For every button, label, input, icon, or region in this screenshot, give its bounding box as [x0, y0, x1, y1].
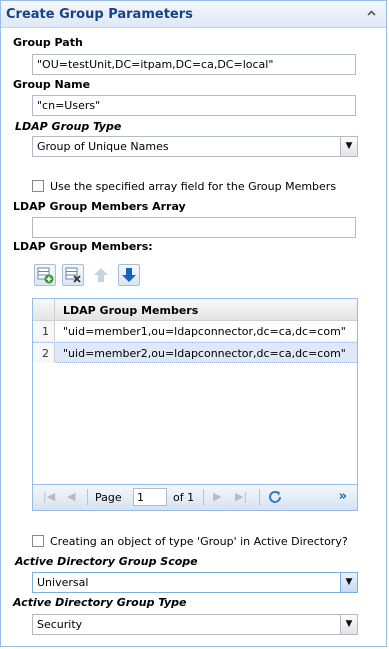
table-row[interactable]: 1 "uid=member1,ou=ldapconnector,dc=ca,dc…: [33, 321, 357, 342]
page-label: Page: [95, 491, 122, 504]
ad-object-label: Creating an object of type 'Group' in Ac…: [50, 535, 348, 548]
row-number: 2: [33, 343, 55, 363]
add-row-button[interactable]: [34, 264, 56, 286]
ad-object-checkbox[interactable]: [32, 535, 44, 547]
last-page-icon[interactable]: ▶|: [235, 490, 247, 503]
page-number-input[interactable]: 1: [133, 488, 167, 506]
use-array-field-row: Use the specified array field for the Gr…: [32, 180, 336, 193]
delete-row-icon: [65, 267, 81, 283]
members-array-input[interactable]: [32, 217, 356, 238]
table-cell[interactable]: "uid=member2,ou=ldapconnector,dc=ca,dc=c…: [63, 347, 346, 360]
row-number: 1: [33, 321, 55, 341]
members-array-label: LDAP Group Members Array: [13, 200, 186, 213]
ad-scope-value: Universal: [37, 576, 89, 589]
pager-separator: [259, 489, 260, 505]
group-name-label: Group Name: [13, 78, 91, 91]
refresh-icon[interactable]: [267, 489, 283, 508]
table-row[interactable]: 2 "uid=member2,ou=ldapconnector,dc=ca,dc…: [33, 342, 357, 363]
members-grid: LDAP Group Members 1 "uid=member1,ou=lda…: [32, 298, 358, 511]
table-cell[interactable]: "uid=member1,ou=ldapconnector,dc=ca,dc=c…: [63, 325, 346, 338]
pager-separator: [203, 489, 204, 505]
page-count-label: of 1: [173, 491, 195, 504]
group-path-label: Group Path: [13, 36, 83, 49]
first-page-icon[interactable]: |◀: [43, 490, 55, 503]
panel-header: Create Group Parameters: [1, 1, 386, 28]
add-row-icon: [37, 267, 54, 284]
ad-object-row: Creating an object of type 'Group' in Ac…: [32, 535, 348, 548]
ad-type-value: Security: [37, 618, 83, 631]
column-header[interactable]: LDAP Group Members: [63, 304, 198, 317]
ad-type-label: Active Directory Group Type: [13, 596, 187, 609]
more-icon[interactable]: »: [339, 489, 347, 504]
ldap-group-type-label: LDAP Group Type: [15, 120, 122, 133]
dropdown-arrow-icon[interactable]: ▼: [340, 615, 357, 634]
move-up-button[interactable]: [90, 264, 112, 286]
arrow-up-icon: [94, 268, 108, 282]
ad-type-select[interactable]: Security ▼: [32, 614, 358, 635]
group-name-input[interactable]: "cn=Users": [32, 95, 356, 116]
move-down-button[interactable]: [118, 264, 140, 286]
collapse-chevron-icon[interactable]: [365, 8, 378, 21]
panel-title: Create Group Parameters: [6, 7, 193, 22]
row-number-header: [33, 299, 55, 321]
ldap-group-type-value: Group of Unique Names: [37, 140, 169, 153]
members-label: LDAP Group Members:: [13, 240, 153, 253]
dropdown-arrow-icon[interactable]: ▼: [340, 137, 357, 156]
arrow-down-icon: [122, 268, 136, 282]
prev-page-icon[interactable]: ◀: [67, 490, 75, 503]
grid-pager: |◀ ◀ Page 1 of 1 ▶ ▶| »: [33, 484, 357, 510]
ldap-group-type-select[interactable]: Group of Unique Names ▼: [32, 136, 358, 157]
delete-row-button[interactable]: [62, 264, 84, 286]
dropdown-arrow-icon[interactable]: ▼: [340, 573, 357, 592]
ad-scope-select[interactable]: Universal ▼: [32, 572, 358, 593]
use-array-field-checkbox[interactable]: [32, 180, 44, 192]
next-page-icon[interactable]: ▶: [213, 490, 221, 503]
create-group-parameters-panel: Create Group Parameters Group Path "OU=t…: [0, 0, 387, 647]
grid-header: LDAP Group Members: [33, 299, 357, 321]
use-array-field-label: Use the specified array field for the Gr…: [50, 180, 337, 193]
ad-scope-label: Active Directory Group Scope: [15, 555, 198, 568]
group-path-input[interactable]: "OU=testUnit,DC=itpam,DC=ca,DC=local": [32, 54, 356, 75]
pager-separator: [87, 489, 88, 505]
